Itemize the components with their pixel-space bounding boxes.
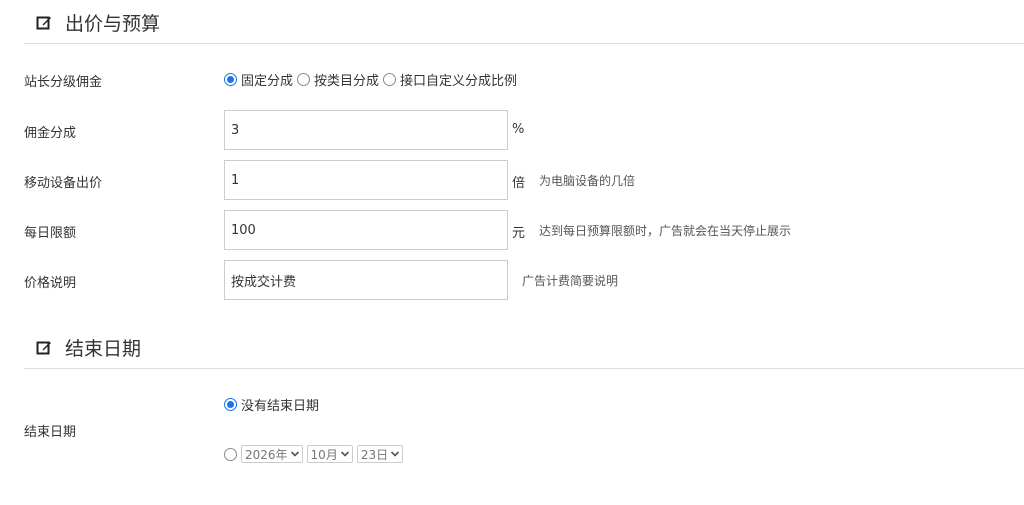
day-select[interactable]: 23日 <box>356 445 404 463</box>
section-title: 结束日期 <box>65 338 142 360</box>
mobile-bid-row: 移动设备出价 倍 为电脑设备的几倍 <box>0 160 1024 200</box>
radio-fixed-share[interactable]: 固定分成 <box>224 70 293 89</box>
edit-icon <box>36 16 51 30</box>
section-title: 出价与预算 <box>65 13 161 35</box>
mobile-bid-help: 为电脑设备的几倍 <box>539 174 636 188</box>
commission-rate-row: 佣金分成 % <box>0 110 1024 150</box>
day-select-value: 23日 <box>360 447 389 462</box>
radio-category-share-input[interactable] <box>297 72 311 86</box>
daily-limit-unit: 元 <box>512 226 526 241</box>
commission-rate-input[interactable] <box>224 110 508 150</box>
commission-type-label: 站长分级佣金 <box>24 75 103 90</box>
radio-custom-end-date[interactable] <box>224 447 237 461</box>
price-desc-input[interactable] <box>224 260 508 300</box>
radio-no-end-date-input[interactable] <box>224 397 237 411</box>
commission-type-radio-group: 固定分成 按类目分成 接口自定义分成比例 <box>224 70 521 89</box>
price-desc-row: 价格说明 广告计费简要说明 <box>0 260 1024 300</box>
chevron-down-icon <box>340 451 349 457</box>
radio-api-custom-share[interactable]: 接口自定义分成比例 <box>383 70 517 89</box>
radio-api-custom-share-input[interactable] <box>383 72 397 86</box>
commission-rate-label: 佣金分成 <box>24 126 77 141</box>
month-select-value: 10月 <box>310 447 338 462</box>
edit-icon <box>36 341 51 355</box>
radio-api-custom-share-label: 接口自定义分成比例 <box>400 73 518 89</box>
chevron-down-icon <box>290 451 299 457</box>
commission-type-row: 站长分级佣金 固定分成 按类目分成 接口自定义分成比例 <box>0 62 1024 102</box>
price-desc-label: 价格说明 <box>24 276 77 291</box>
mobile-bid-input[interactable] <box>224 160 508 200</box>
end-date-label: 结束日期 <box>24 425 77 440</box>
daily-limit-label: 每日限额 <box>24 226 77 241</box>
no-end-date-option: 没有结束日期 <box>224 395 323 414</box>
year-select[interactable]: 2026年 <box>241 445 303 463</box>
daily-limit-row: 每日限额 元 达到每日预算限额时，广告就会在当天停止展示 <box>0 210 1024 250</box>
radio-category-share-label: 按类目分成 <box>314 73 380 89</box>
custom-end-date-option: 2026年 10月 23日 <box>224 445 407 463</box>
section-header-end-date: 结束日期 <box>24 325 1024 369</box>
radio-no-end-date-label: 没有结束日期 <box>241 398 320 414</box>
radio-no-end-date[interactable]: 没有结束日期 <box>224 395 319 414</box>
mobile-bid-label: 移动设备出价 <box>24 176 103 191</box>
mobile-bid-unit: 倍 <box>512 176 526 191</box>
chevron-down-icon <box>391 451 400 457</box>
radio-fixed-share-label: 固定分成 <box>241 73 294 89</box>
radio-category-share[interactable]: 按类目分成 <box>297 70 379 89</box>
radio-fixed-share-input[interactable] <box>224 72 237 86</box>
commission-rate-unit: % <box>512 122 525 137</box>
daily-limit-help: 达到每日预算限额时，广告就会在当天停止展示 <box>539 224 792 238</box>
section-header-bid: 出价与预算 <box>24 0 1024 44</box>
price-desc-help: 广告计费简要说明 <box>522 274 619 288</box>
year-select-value: 2026年 <box>245 447 288 462</box>
month-select[interactable]: 10月 <box>306 445 353 463</box>
daily-limit-input[interactable] <box>224 210 508 250</box>
